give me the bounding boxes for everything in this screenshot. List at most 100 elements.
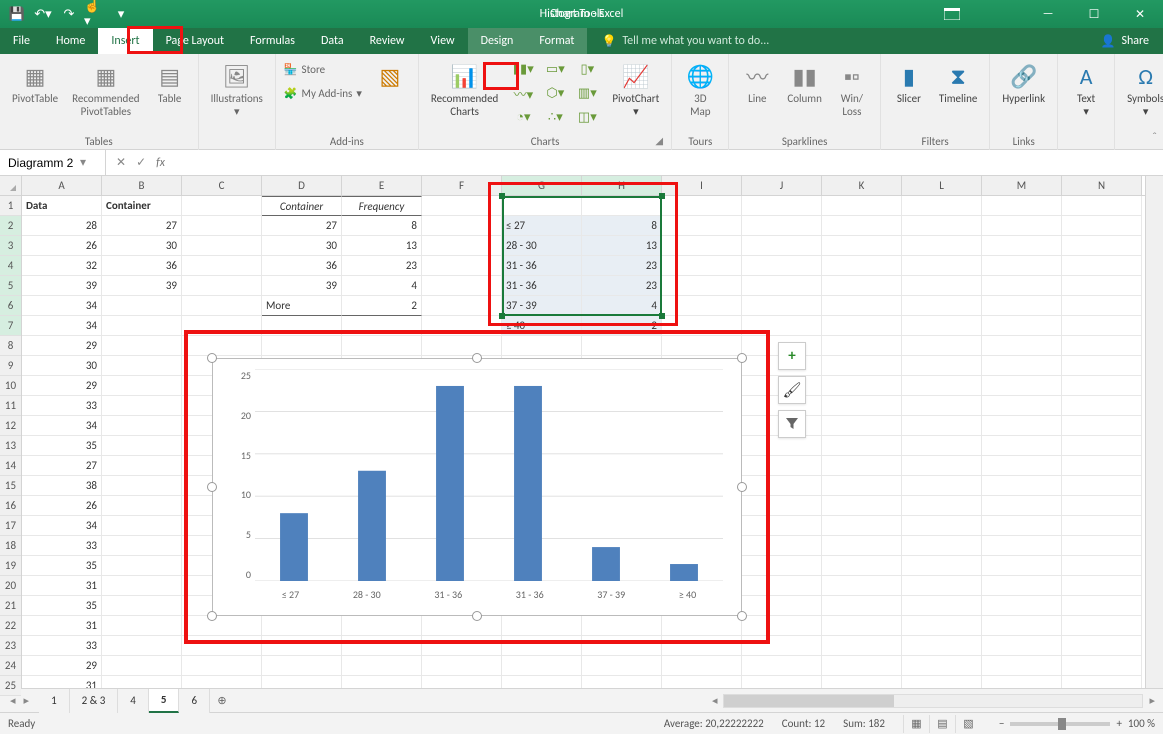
chart-handle[interactable] [472,353,482,363]
cell[interactable] [1062,416,1142,436]
cell[interactable] [902,676,982,688]
column-header[interactable]: M [982,176,1062,195]
cell[interactable] [1062,196,1142,216]
cell[interactable] [902,556,982,576]
row-header[interactable]: 22 [0,616,21,636]
row-header[interactable]: 14 [0,456,21,476]
cell[interactable] [822,236,902,256]
column-header[interactable]: G [502,176,582,195]
cell[interactable] [742,216,822,236]
worksheet-grid[interactable]: 1234567891011121314151617181920212223242… [0,176,1163,688]
cell[interactable] [422,216,502,236]
cell[interactable] [902,396,982,416]
cell[interactable] [1062,536,1142,556]
chart-handle[interactable] [207,482,217,492]
column-chart-icon[interactable]: ▮▮▾ [508,58,538,80]
row-header[interactable]: 11 [0,396,21,416]
cell[interactable] [742,676,822,688]
row-header[interactable]: 24 [0,656,21,676]
cell[interactable]: 37 - 39 [502,296,582,316]
cell[interactable]: ≤ 27 [502,216,582,236]
cell[interactable]: 34 [22,296,102,316]
cell[interactable] [902,516,982,536]
cell[interactable] [182,316,262,336]
cell[interactable] [822,616,902,636]
cell[interactable] [822,596,902,616]
zoom-out-icon[interactable]: − [999,717,1004,730]
chart-plot-area[interactable] [255,369,723,581]
chart-handle[interactable] [472,611,482,621]
cell[interactable] [342,316,422,336]
ribbon-options-icon[interactable] [929,0,975,28]
cell[interactable] [902,356,982,376]
tab-review[interactable]: Review [357,28,418,54]
cell[interactable] [102,296,182,316]
cell[interactable] [662,236,742,256]
cell[interactable]: 29 [22,336,102,356]
cell[interactable] [982,616,1062,636]
cell[interactable]: 29 [22,656,102,676]
cell[interactable] [502,676,582,688]
cell[interactable] [1062,596,1142,616]
pivotchart-button[interactable]: 📈PivotChart▾ [608,58,663,120]
cell[interactable] [982,196,1062,216]
fx-icon[interactable]: fx [156,156,165,170]
cell[interactable]: 8 [342,216,422,236]
cell[interactable] [822,676,902,688]
cell[interactable] [1062,516,1142,536]
cell[interactable] [1062,616,1142,636]
cell[interactable]: 39 [262,276,342,296]
cell[interactable] [822,636,902,656]
cell[interactable] [902,336,982,356]
cell[interactable] [822,316,902,336]
cell[interactable] [102,316,182,336]
pivottable-button[interactable]: ▦PivotTable [8,58,62,107]
cell[interactable] [102,396,182,416]
line-chart-icon[interactable]: 〰▾ [508,82,538,104]
share-button[interactable]: 👤 Share [1086,28,1163,54]
cell[interactable] [742,296,822,316]
cell[interactable] [662,276,742,296]
cell[interactable] [982,436,1062,456]
cell[interactable] [982,256,1062,276]
cell[interactable] [902,416,982,436]
minimize-button[interactable]: — [1025,0,1071,28]
cell[interactable] [982,516,1062,536]
cell[interactable] [902,196,982,216]
cell[interactable] [902,276,982,296]
cell[interactable] [1062,236,1142,256]
selection-handle-br[interactable] [659,313,665,319]
charts-dialog-launcher[interactable]: ◢ [655,134,667,146]
row-header[interactable]: 16 [0,496,21,516]
cell[interactable] [1062,336,1142,356]
cell[interactable] [1062,576,1142,596]
cell[interactable] [102,496,182,516]
cell[interactable] [822,516,902,536]
cell[interactable] [102,336,182,356]
cell[interactable] [742,196,822,216]
cell[interactable]: 28 [22,216,102,236]
cell[interactable]: 8 [582,216,662,236]
cell[interactable]: 36 [102,256,182,276]
cell[interactable] [662,216,742,236]
cell[interactable] [662,636,742,656]
vertical-scrollbar[interactable] [1145,176,1163,688]
zoom-in-icon[interactable]: + [1116,717,1121,730]
row-header[interactable]: 9 [0,356,21,376]
column-header[interactable]: F [422,176,502,195]
cell[interactable] [822,416,902,436]
selection-handle-tr[interactable] [659,193,665,199]
maximize-button[interactable]: ☐ [1071,0,1117,28]
symbols-button[interactable]: ΩSymbols▾ [1123,58,1163,120]
sparkline-winloss-button[interactable]: ▪▫Win/ Loss [832,58,872,120]
cell[interactable] [1062,676,1142,688]
cell[interactable] [1062,356,1142,376]
touch-mode-icon[interactable]: ☝▾ [84,3,106,25]
cell[interactable] [1062,316,1142,336]
cell[interactable] [182,676,262,688]
cell[interactable] [1062,636,1142,656]
recommended-pivottables-button[interactable]: ▦Recommended PivotTables [68,58,143,120]
row-header[interactable]: 6 [0,296,21,316]
cell[interactable] [982,236,1062,256]
column-header[interactable]: E [342,176,422,195]
